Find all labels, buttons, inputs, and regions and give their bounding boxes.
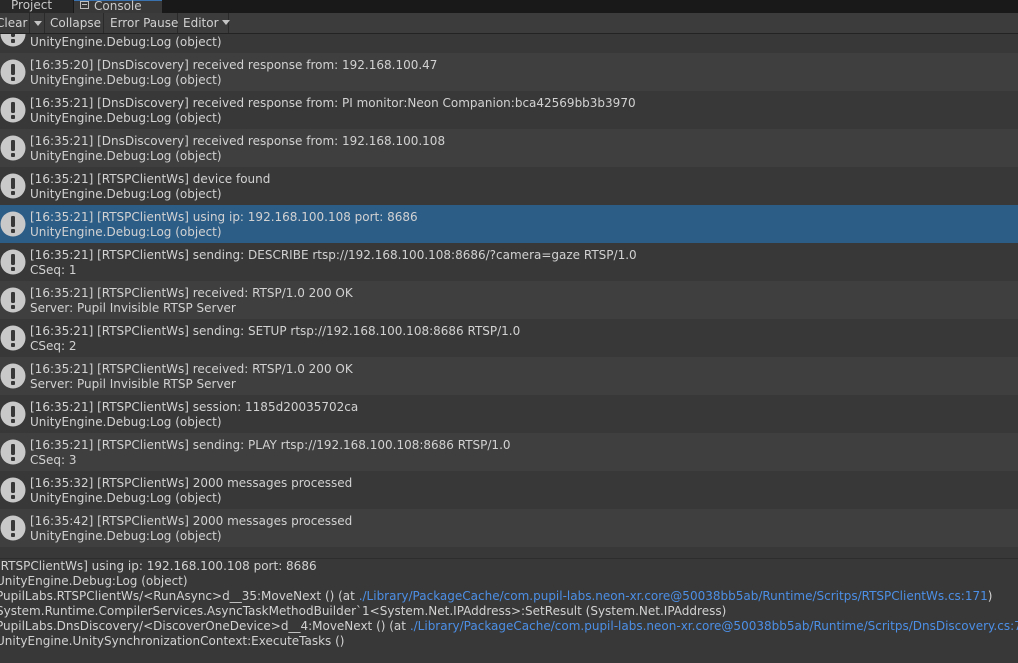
info-log-icon xyxy=(0,439,26,465)
console-toolbar: Clear Collapse Error Pause Editor xyxy=(0,13,1018,34)
log-message: [16:35:21] [DnsDiscovery] received respo… xyxy=(30,134,446,148)
log-stack-summary: UnityEngine.Debug:Log (object) xyxy=(30,35,222,49)
info-log-icon xyxy=(0,249,26,275)
detail-stack-line: UnityEngine.UnitySynchronizationContext:… xyxy=(0,634,345,648)
log-stack-summary: UnityEngine.Debug:Log (object) xyxy=(30,111,222,125)
detail-message: [RTSPClientWs] using ip: 192.168.100.108… xyxy=(0,559,317,573)
info-log-icon xyxy=(0,515,26,541)
log-message: [16:35:21] [RTSPClientWs] received: RTSP… xyxy=(30,362,353,376)
detail-stack-line: UnityEngine.Debug:Log (object) xyxy=(0,574,188,588)
console-log-list[interactable]: [16:35:20] [DnsDiscovery] received respo… xyxy=(0,34,1018,558)
log-stack-summary: UnityEngine.Debug:Log (object) xyxy=(30,149,222,163)
detail-stack-line: PupilLabs.RTSPClientWs/<RunAsync>d__35:M… xyxy=(0,589,992,604)
log-entry[interactable]: [16:35:21] [DnsDiscovery] received respo… xyxy=(0,91,1018,129)
log-detail-panel[interactable]: [RTSPClientWs] using ip: 192.168.100.108… xyxy=(0,558,1018,663)
detail-stack-line: System.Runtime.CompilerServices.AsyncTas… xyxy=(0,604,727,618)
log-stack-summary: CSeq: 1 xyxy=(30,263,77,277)
editor-dropdown[interactable]: Editor xyxy=(179,13,230,33)
console-icon xyxy=(80,1,89,9)
editor-dropdown-label: Editor xyxy=(183,16,219,30)
log-message: [16:35:21] [RTSPClientWs] sending: SETUP… xyxy=(30,324,521,338)
log-message: [16:35:21] [DnsDiscovery] received respo… xyxy=(30,96,636,110)
detail-stack-line: PupilLabs.DnsDiscovery/<DiscoverOneDevic… xyxy=(0,619,1018,634)
log-entry[interactable]: [16:35:21] [RTSPClientWs] using ip: 192.… xyxy=(0,205,1018,243)
log-stack-summary: UnityEngine.Debug:Log (object) xyxy=(30,415,222,429)
log-message: [16:35:21] [RTSPClientWs] device found xyxy=(30,172,271,186)
log-stack-summary: UnityEngine.Debug:Log (object) xyxy=(30,491,222,505)
log-entry[interactable]: [16:35:20] [DnsDiscovery] received respo… xyxy=(0,34,1018,53)
log-entry[interactable]: [16:35:20] [DnsDiscovery] received respo… xyxy=(0,53,1018,91)
stack-frame-text: PupilLabs.DnsDiscovery/<DiscoverOneDevic… xyxy=(0,619,410,633)
stack-frame-text: ) xyxy=(987,589,993,603)
log-entry[interactable]: [16:35:21] [RTSPClientWs] session: 1185d… xyxy=(0,395,1018,433)
chevron-down-icon xyxy=(34,21,42,26)
log-message: [16:35:32] [RTSPClientWs] 2000 messages … xyxy=(30,476,353,490)
info-log-icon xyxy=(0,287,26,313)
info-log-icon xyxy=(0,34,26,47)
chevron-down-icon xyxy=(221,20,230,25)
log-entry[interactable]: [16:35:21] [RTSPClientWs] sending: PLAY … xyxy=(0,433,1018,471)
tab-console[interactable]: Console xyxy=(74,0,162,13)
source-file-link[interactable]: ./Library/PackageCache/com.pupil-labs.ne… xyxy=(359,589,988,603)
window-tab-bar: Project Console xyxy=(0,0,1018,13)
log-message: [16:35:21] [RTSPClientWs] received: RTSP… xyxy=(30,286,353,300)
info-log-icon xyxy=(0,97,26,123)
log-stack-summary: UnityEngine.Debug:Log (object) xyxy=(30,529,222,543)
info-log-icon xyxy=(0,325,26,351)
log-entry[interactable]: [16:35:32] [RTSPClientWs] 2000 messages … xyxy=(0,471,1018,509)
log-stack-summary: UnityEngine.Debug:Log (object) xyxy=(30,187,222,201)
clear-button[interactable]: Clear xyxy=(0,13,27,33)
info-log-icon xyxy=(0,401,26,427)
error-pause-toggle[interactable]: Error Pause xyxy=(105,13,178,33)
log-entry[interactable]: [16:35:21] [RTSPClientWs] received: RTSP… xyxy=(0,357,1018,395)
log-message: [16:35:20] [DnsDiscovery] received respo… xyxy=(30,58,438,72)
log-entry[interactable]: [16:35:21] [RTSPClientWs] sending: SETUP… xyxy=(0,319,1018,357)
log-stack-summary: UnityEngine.Debug:Log (object) xyxy=(30,225,222,239)
info-log-icon xyxy=(0,135,26,161)
log-entry[interactable]: [16:35:42] [RTSPClientWs] 2000 messages … xyxy=(0,509,1018,547)
info-log-icon xyxy=(0,173,26,199)
log-message: [16:35:21] [RTSPClientWs] session: 1185d… xyxy=(30,400,359,414)
info-log-icon xyxy=(0,211,26,237)
log-message: [16:35:21] [RTSPClientWs] sending: DESCR… xyxy=(30,248,637,262)
log-message: [16:35:21] [RTSPClientWs] sending: PLAY … xyxy=(30,438,511,452)
tab-project[interactable]: Project xyxy=(0,0,73,13)
log-stack-summary: Server: Pupil Invisible RTSP Server xyxy=(30,301,236,315)
log-stack-summary: UnityEngine.Debug:Log (object) xyxy=(30,73,222,87)
clear-options-dropdown[interactable] xyxy=(29,13,45,33)
tab-console-label: Console xyxy=(94,0,142,13)
log-message: [16:35:21] [RTSPClientWs] using ip: 192.… xyxy=(30,210,418,224)
stack-frame-text: PupilLabs.RTSPClientWs/<RunAsync>d__35:M… xyxy=(0,589,359,603)
info-log-icon xyxy=(0,477,26,503)
source-file-link[interactable]: ./Library/PackageCache/com.pupil-labs.ne… xyxy=(410,619,1018,633)
log-entry[interactable]: [16:35:21] [RTSPClientWs] sending: DESCR… xyxy=(0,243,1018,281)
log-message: [16:35:42] [RTSPClientWs] 2000 messages … xyxy=(30,514,353,528)
log-stack-summary: CSeq: 3 xyxy=(30,453,77,467)
log-stack-summary: Server: Pupil Invisible RTSP Server xyxy=(30,377,236,391)
log-entry[interactable]: [16:35:21] [RTSPClientWs] device found Un… xyxy=(0,167,1018,205)
collapse-toggle[interactable]: Collapse xyxy=(46,13,104,33)
info-log-icon xyxy=(0,363,26,389)
log-entry[interactable]: [16:35:21] [RTSPClientWs] received: RTSP… xyxy=(0,281,1018,319)
log-entry[interactable]: [16:35:21] [DnsDiscovery] received respo… xyxy=(0,129,1018,167)
info-log-icon xyxy=(0,59,26,85)
log-stack-summary: CSeq: 2 xyxy=(30,339,77,353)
